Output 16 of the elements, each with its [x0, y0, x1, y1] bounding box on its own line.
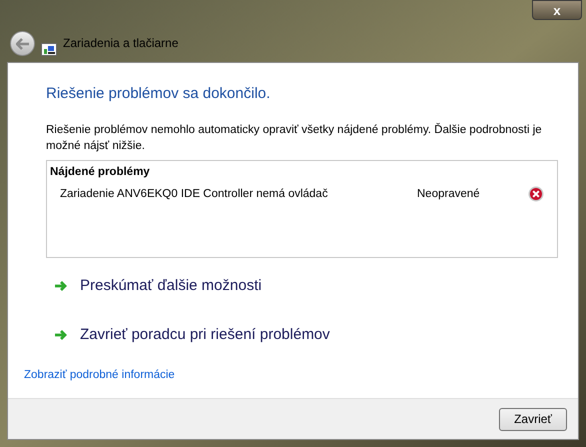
action-link[interactable]: Zavrieť poradcu pri riešení problémov	[54, 324, 558, 346]
window-title: Zariadenia a tlačiarne	[63, 35, 178, 52]
close-button[interactable]: x	[532, 0, 582, 20]
problems-title: Nájdené problémy	[50, 164, 151, 180]
description: Riešenie problémov nemohlo automaticky opraviť všetky nájdené problémy. Ďalšie podrobnosti je možné nájsť nižšie.	[46, 122, 543, 154]
arrow-icon	[54, 329, 68, 342]
action-link[interactable]: Preskúmať ďalšie možnosti	[54, 274, 558, 297]
devices-icon	[41, 43, 57, 56]
details-link[interactable]: Zobraziť podrobné informácie	[24, 366, 175, 384]
close-dialog-button[interactable]: Zavrieť	[499, 408, 567, 430]
back-arrow-icon	[16, 38, 30, 50]
heading: Riešenie problémov sa dokončilo.	[46, 84, 272, 104]
back-button[interactable]	[10, 31, 35, 56]
arrow-icon	[54, 280, 68, 292]
problem-text: Zariadenie ANV6EKQ0 IDE Controller nemá ovládač	[60, 186, 329, 202]
problem-status: Neopravené	[417, 186, 481, 202]
